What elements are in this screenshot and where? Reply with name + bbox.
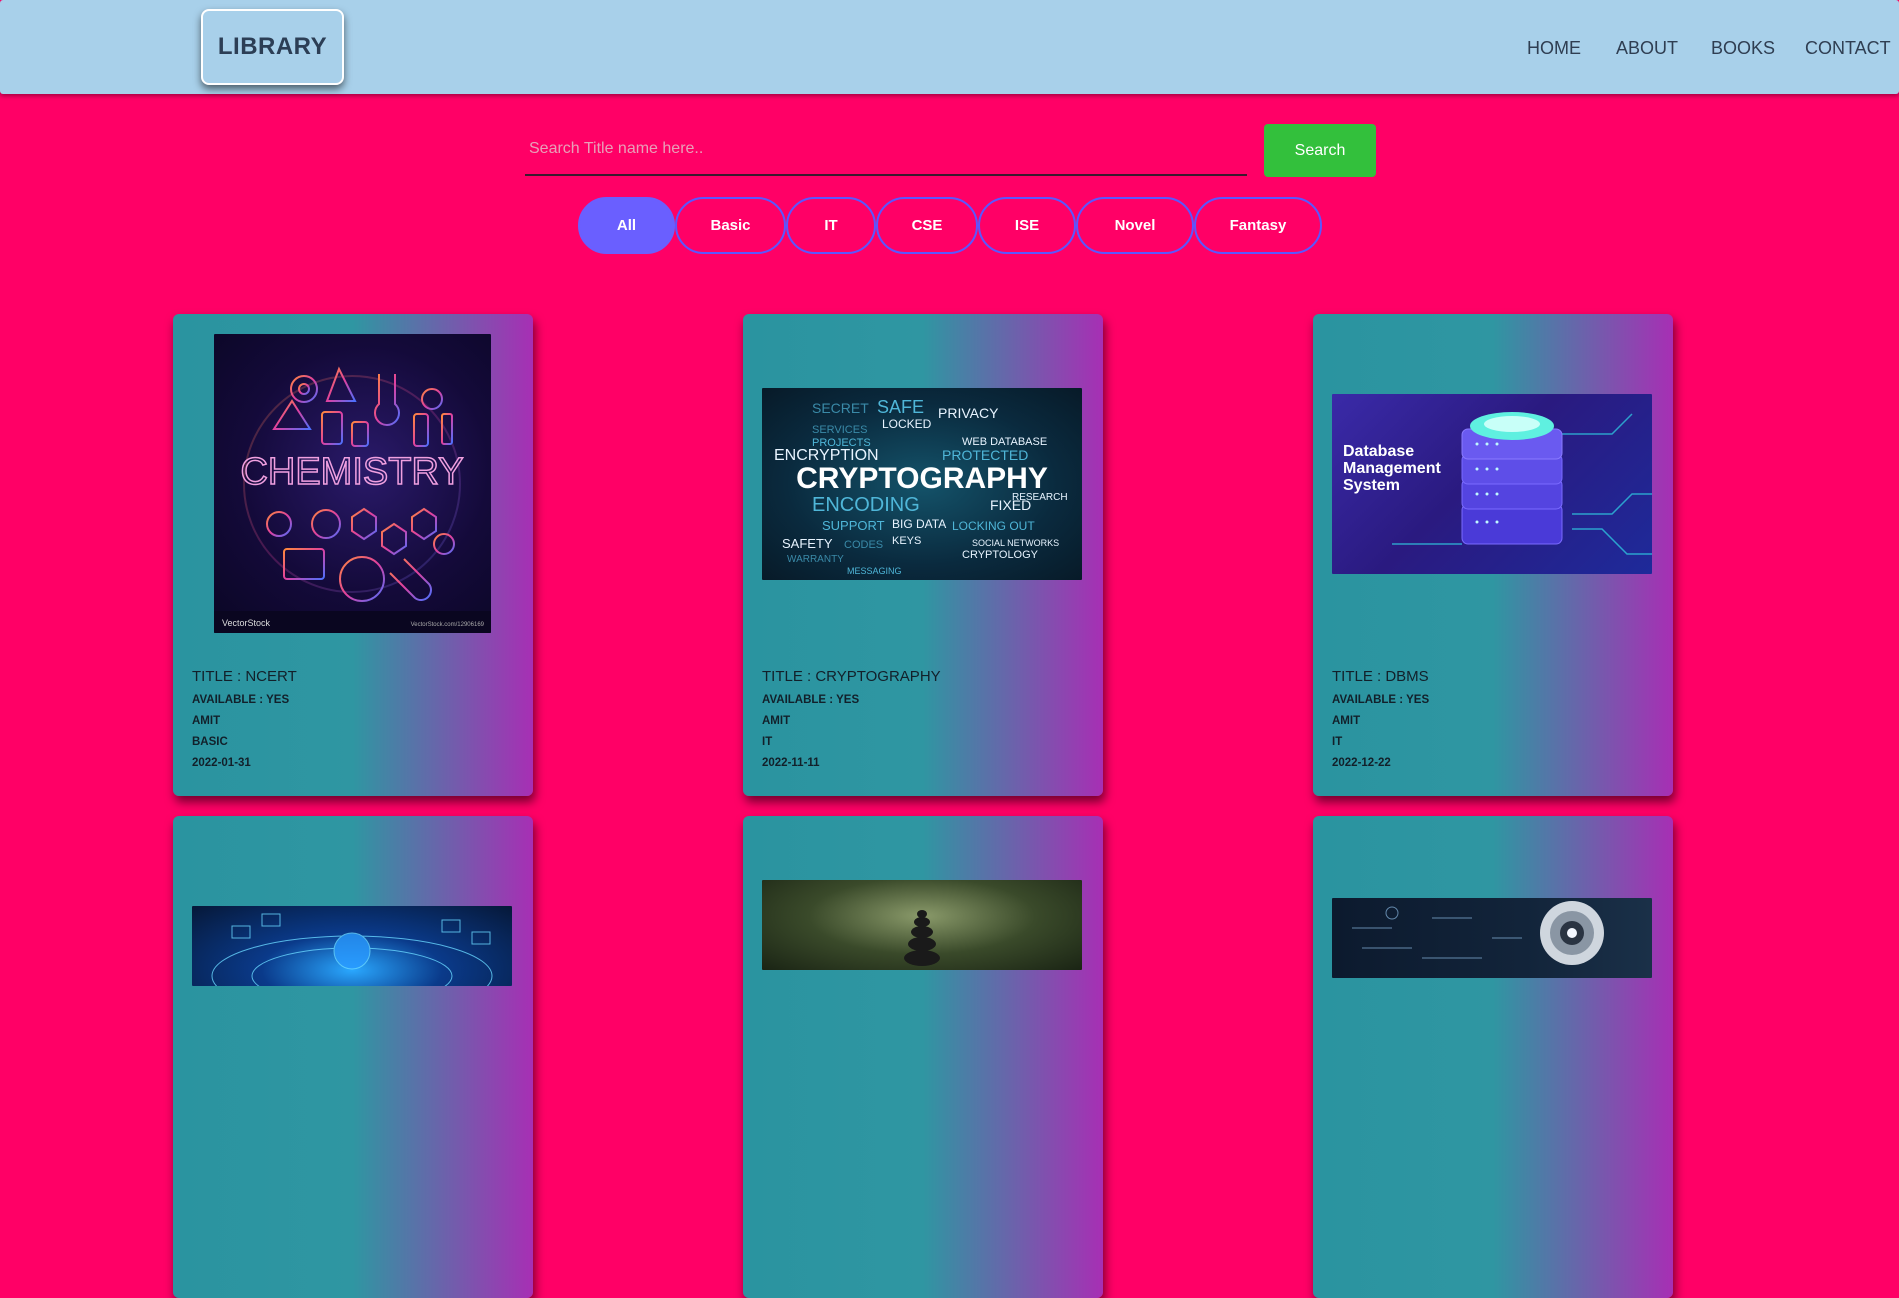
- cloud-word: CRYPTOLOGY: [962, 549, 1039, 561]
- book-card[interactable]: [1313, 816, 1673, 1298]
- cloud-word: ENCODING: [812, 494, 920, 516]
- book-card[interactable]: [173, 816, 533, 1298]
- book-date: 2022-01-31: [192, 757, 251, 769]
- filter-all-button[interactable]: All: [578, 197, 675, 254]
- book-category: BASIC: [192, 736, 228, 748]
- vectorstock-credit: VectorStock: [222, 618, 271, 628]
- book-cover-image: SECRET SAFE PRIVACY LOCKED ENCRYPTION PR…: [762, 388, 1082, 580]
- book-card[interactable]: [743, 816, 1103, 1298]
- cloud-word: MESSAGING: [847, 566, 902, 576]
- cloud-word: SUPPORT: [822, 518, 885, 533]
- book-card[interactable]: SECRET SAFE PRIVACY LOCKED ENCRYPTION PR…: [743, 314, 1103, 796]
- book-cover-image: [762, 880, 1082, 970]
- book-availability: AVAILABLE : YES: [192, 694, 290, 706]
- search-button[interactable]: Search: [1264, 124, 1376, 177]
- cryptography-word-cloud: SECRET SAFE PRIVACY LOCKED ENCRYPTION PR…: [774, 397, 1068, 576]
- book-author: AMIT: [192, 715, 221, 727]
- cloud-word: SOCIAL NETWORKS: [972, 538, 1059, 548]
- dbms-cover-label: Database Management System: [1343, 443, 1441, 494]
- cloud-word: CODES: [844, 539, 883, 551]
- ai-robot-illustration: [1352, 901, 1604, 965]
- cloud-word: PROTECTED: [942, 447, 1028, 463]
- library-logo[interactable]: LIBRARY: [201, 9, 344, 85]
- nav-home-link[interactable]: HOME: [1527, 38, 1581, 59]
- book-availability: AVAILABLE : YES: [762, 694, 860, 706]
- filter-it-button[interactable]: IT: [786, 197, 876, 254]
- dbms-cover-line: Database: [1343, 443, 1415, 460]
- stacked-stones-illustration: [904, 910, 940, 966]
- book-author: AMIT: [762, 715, 791, 727]
- cloud-word: WEB DATABASE: [962, 436, 1047, 448]
- book-author: AMIT: [1332, 715, 1361, 727]
- cloud-word: PRIVACY: [938, 405, 999, 421]
- cloud-word: BIG DATA: [892, 517, 946, 531]
- filter-ise-button[interactable]: ISE: [978, 197, 1076, 254]
- nav-contact-link[interactable]: CONTACT: [1805, 38, 1891, 59]
- book-date: 2022-11-11: [762, 757, 820, 769]
- cloud-word: LOCKING OUT: [952, 519, 1035, 533]
- cloud-word: SERVICES: [812, 424, 867, 436]
- book-cover-image: [192, 906, 512, 986]
- dbms-cover-line: System: [1343, 477, 1400, 494]
- book-category: IT: [762, 736, 773, 748]
- book-title: TITLE : CRYPTOGRAPHY: [762, 668, 941, 685]
- nav-about-link[interactable]: ABOUT: [1616, 38, 1678, 59]
- filter-novel-button[interactable]: Novel: [1076, 197, 1194, 254]
- cryptography-cover-label: CRYPTOGRAPHY: [796, 462, 1048, 495]
- cloud-word: LOCKED: [882, 417, 932, 431]
- nav-books-link[interactable]: BOOKS: [1711, 38, 1775, 59]
- network-globe-illustration: [211, 913, 493, 986]
- book-cover-image: CHEMISTRY VectorStock VectorStock.com/12…: [214, 334, 491, 633]
- book-title: TITLE : NCERT: [192, 668, 297, 685]
- cloud-word: SECRET: [812, 400, 869, 416]
- filter-cse-button[interactable]: CSE: [876, 197, 978, 254]
- book-date: 2022-12-22: [1332, 757, 1391, 769]
- cloud-word: KEYS: [892, 535, 921, 547]
- vectorstock-credit-url: VectorStock.com/12906169: [411, 622, 485, 628]
- book-card[interactable]: Database Management System TITLE : DBMS …: [1313, 314, 1673, 796]
- filter-fantasy-button[interactable]: Fantasy: [1194, 197, 1322, 254]
- navbar: LIBRARY HOME ABOUT BOOKS CONTACT: [0, 0, 1899, 94]
- cloud-word: SAFE: [877, 397, 924, 417]
- chemistry-illustration: CHEMISTRY VectorStock VectorStock.com/12…: [214, 366, 491, 633]
- book-cover-image: Database Management System: [1332, 394, 1652, 574]
- book-title: TITLE : DBMS: [1332, 668, 1429, 685]
- search-input[interactable]: [525, 124, 1247, 176]
- book-category: IT: [1332, 736, 1343, 748]
- book-availability: AVAILABLE : YES: [1332, 694, 1430, 706]
- book-cover-image: [1332, 898, 1652, 978]
- book-card[interactable]: CHEMISTRY VectorStock VectorStock.com/12…: [173, 314, 533, 796]
- cloud-word: SAFETY: [782, 536, 833, 551]
- chemistry-cover-label: CHEMISTRY: [240, 451, 463, 493]
- filter-basic-button[interactable]: Basic: [675, 197, 786, 254]
- cloud-word: PROJECTS: [812, 437, 871, 449]
- dbms-cover-line: Management: [1343, 460, 1441, 477]
- cloud-word: WARRANTY: [787, 554, 844, 565]
